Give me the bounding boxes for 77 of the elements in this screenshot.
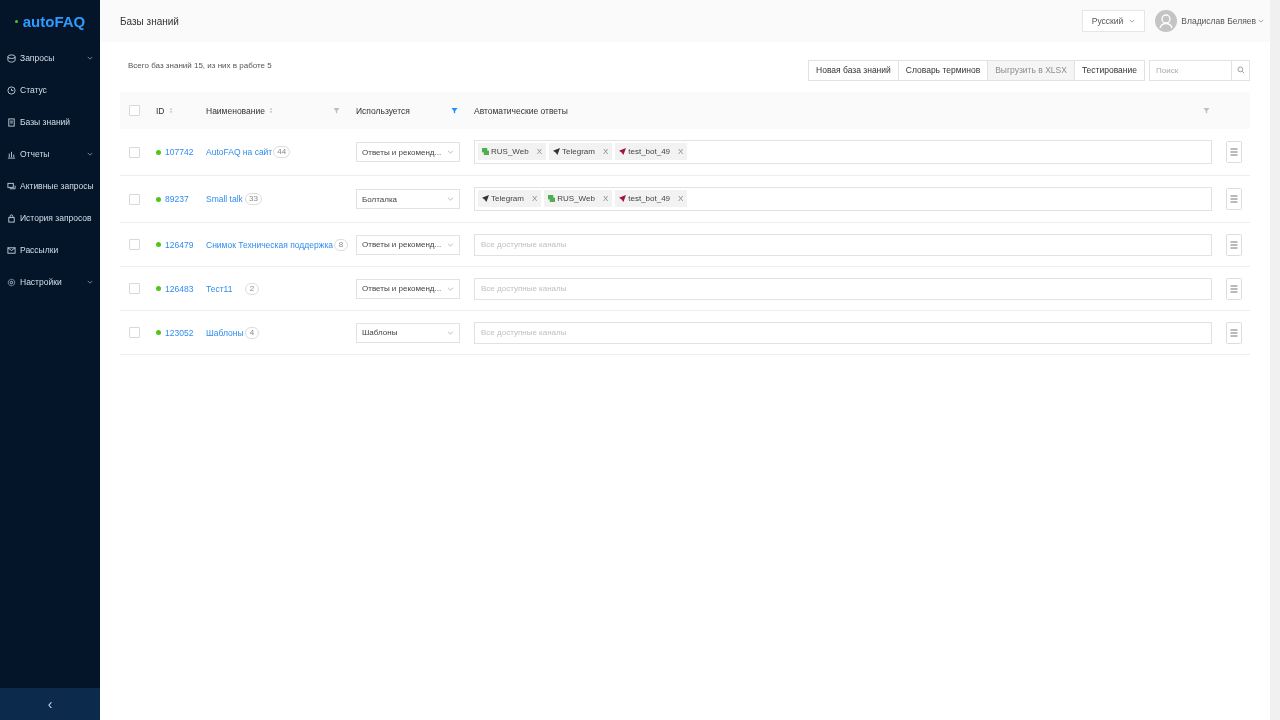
sidebar-item[interactable]: Запросы	[0, 42, 100, 74]
database-icon	[7, 53, 16, 63]
usage-select[interactable]: Болталка	[356, 189, 460, 209]
channel-tag: test_bot_49	[628, 147, 671, 156]
column-header: ID	[156, 105, 165, 116]
id-link[interactable]: 89237	[165, 194, 189, 204]
chevron-down-icon	[447, 286, 454, 291]
chevron-down-icon	[447, 197, 454, 201]
sidebar-item[interactable]: История запросов	[0, 202, 100, 234]
chevron-down-icon	[447, 150, 454, 154]
book-icon	[7, 117, 16, 127]
search-icon	[1236, 66, 1245, 74]
filter-icon[interactable]	[451, 107, 458, 114]
chevron-down-icon	[447, 242, 454, 247]
sort-icon[interactable]	[268, 107, 273, 114]
toolbar-button[interactable]: Словарь терминов	[897, 59, 989, 81]
search-field[interactable]: Поиск	[1149, 59, 1232, 81]
filter-icon[interactable]	[333, 107, 340, 114]
usage-select[interactable]: Ответы и рекоменд...	[356, 278, 460, 299]
channel-tag: Telegram	[562, 147, 595, 156]
lock-icon	[7, 213, 16, 223]
channel-tag: Telegram	[491, 194, 524, 203]
toolbar-button[interactable]: Новая база знаний	[808, 59, 899, 81]
toolbar-button[interactable]: Тестирование	[1073, 59, 1145, 81]
page-title: Базы знаний	[120, 15, 180, 27]
checkbox[interactable]	[128, 105, 140, 116]
checkbox[interactable]	[128, 239, 140, 250]
avatar-icon[interactable]	[1155, 10, 1178, 32]
sidebar-item[interactable]: Рассылки	[0, 234, 100, 266]
sort-icon[interactable]	[168, 107, 173, 114]
id-link[interactable]: 126479	[165, 239, 194, 250]
name-link[interactable]: AutoFAQ на сайт	[206, 147, 273, 157]
language-select[interactable]: Русский	[1081, 10, 1146, 32]
column-header: Наименование	[206, 105, 265, 116]
filter-icon[interactable]	[1203, 107, 1210, 114]
chevron-down-icon	[1258, 19, 1264, 23]
checkbox[interactable]	[128, 327, 140, 338]
menu-icon[interactable]	[1226, 141, 1242, 163]
name-link[interactable]: Small talk	[206, 194, 244, 204]
user-menu[interactable]: Владислав Беляев	[1181, 16, 1264, 26]
logo[interactable]: autoFAQ	[0, 0, 100, 42]
id-link[interactable]: 107742	[165, 147, 194, 157]
menu-icon[interactable]	[1226, 188, 1242, 210]
channel-tag: RUS_Web	[557, 194, 595, 203]
menu-icon[interactable]	[1226, 321, 1242, 344]
usage-select[interactable]: Ответы и рекоменд...	[356, 142, 460, 162]
mail-icon	[7, 245, 16, 255]
chevron-down-icon	[447, 330, 454, 335]
column-header: Автоматические ответы	[474, 105, 568, 116]
sidebar-item[interactable]: Статус	[0, 74, 100, 106]
name-link[interactable]: Снимок Техническая поддержка	[206, 239, 333, 250]
bar-chart-icon	[7, 149, 16, 159]
column-header: Используется	[356, 105, 410, 116]
checkbox[interactable]	[128, 283, 140, 294]
settings-icon	[7, 277, 16, 287]
id-link[interactable]: 126483	[165, 283, 194, 294]
summary-text: Всего баз знаний 15, из них в работе 5	[127, 61, 273, 70]
name-link[interactable]: Тест11	[206, 283, 244, 294]
clock-icon	[7, 85, 16, 95]
channel-tag: test_bot_49	[628, 194, 671, 203]
chevron-down-icon	[1129, 19, 1136, 23]
id-link[interactable]: 123052	[165, 327, 194, 338]
usage-select[interactable]: Шаблоны	[356, 322, 460, 343]
chat-icon	[7, 181, 16, 191]
checkbox[interactable]	[128, 146, 140, 158]
usage-select[interactable]: Ответы и рекоменд...	[356, 234, 460, 255]
search-button[interactable]	[1232, 59, 1250, 81]
sidebar-item[interactable]: Активные запросы	[0, 170, 100, 202]
name-link[interactable]: Шаблоны	[206, 327, 244, 338]
channel-tag: RUS_Web	[491, 147, 529, 156]
menu-icon[interactable]	[1226, 233, 1242, 256]
sidebar-item[interactable]: Настройки	[0, 266, 100, 298]
menu-icon[interactable]	[1226, 277, 1242, 300]
sidebar-item[interactable]: Отчеты	[0, 138, 100, 170]
checkbox[interactable]	[128, 193, 140, 205]
sidebar-item[interactable]: Базы знаний	[0, 106, 100, 138]
collapse-sidebar-button[interactable]: ‹	[0, 688, 100, 720]
